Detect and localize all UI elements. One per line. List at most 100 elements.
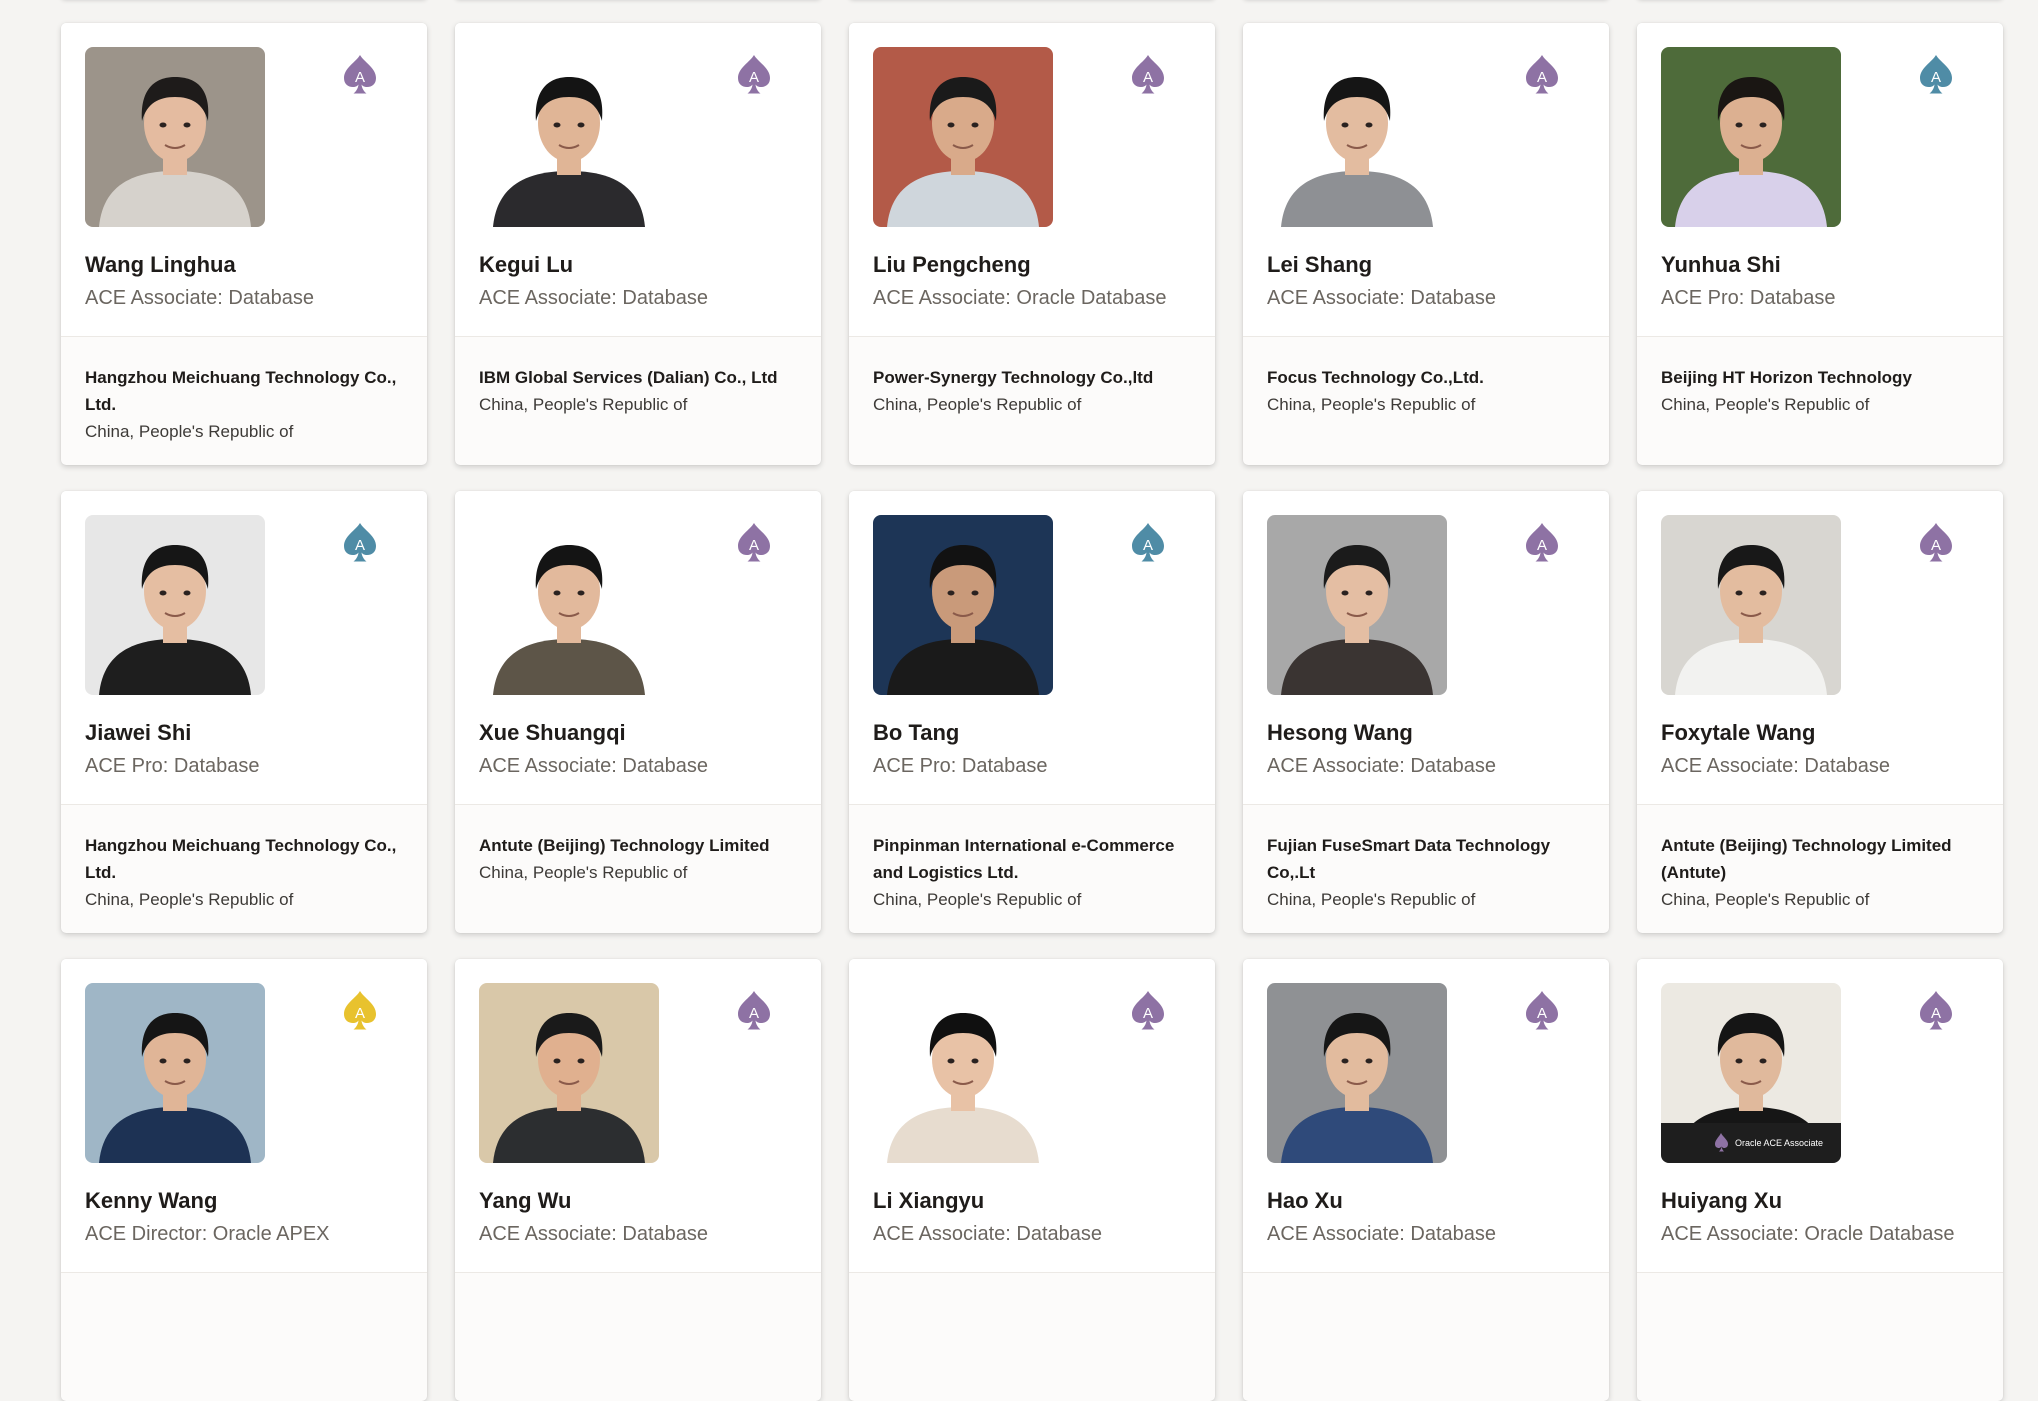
profile-photo[interactable] (1267, 515, 1447, 695)
profile-photo[interactable] (479, 983, 659, 1163)
profile-photo[interactable]: Oracle ACE Associate (1661, 983, 1841, 1163)
card-header: A Yang Wu ACE Associate: Database (455, 959, 821, 1273)
card-header: A Lei Shang ACE Associate: Database (1243, 23, 1609, 337)
card-details: Antute (Beijing) Technology Limited Chin… (455, 805, 821, 886)
photo-badge-text: Oracle ACE Associate (1735, 1138, 1823, 1148)
profile-photo[interactable] (1267, 47, 1447, 227)
card-details: Hangzhou Meichuang Technology Co., Ltd. … (61, 337, 427, 445)
ace-spade-icon: A (1129, 989, 1167, 1033)
member-name[interactable]: Lei Shang (1267, 252, 1372, 278)
member-name[interactable]: Hesong Wang (1267, 720, 1413, 746)
ace-letter: A (1931, 69, 1941, 86)
profile-photo[interactable] (873, 983, 1053, 1163)
profile-photo[interactable] (479, 47, 659, 227)
profile-photo[interactable] (85, 515, 265, 695)
member-company: Pinpinman International e-Commerce and L… (873, 836, 1175, 882)
member-card[interactable]: A Liu Pengcheng ACE Associate: Oracle Da… (849, 23, 1215, 465)
member-name[interactable]: Yang Wu (479, 1188, 572, 1214)
member-company: Antute (Beijing) Technology Limited (Ant… (1661, 836, 1952, 882)
member-country: China, People's Republic of (1267, 395, 1476, 414)
ace-letter: A (355, 537, 365, 554)
member-company: Power-Synergy Technology Co.,ltd (873, 368, 1154, 387)
member-card[interactable]: A Yunhua Shi ACE Pro: Database Beijing H… (1637, 23, 2003, 465)
member-role: ACE Associate: Database (479, 1223, 709, 1245)
portrait-illustration (479, 515, 659, 695)
card-details: Beijing HT Horizon Technology China, Peo… (1637, 337, 2003, 418)
member-card[interactable]: A Yang Wu ACE Associate: Database (455, 959, 821, 1401)
member-role: ACE Associate: Database (873, 1223, 1103, 1245)
profile-photo[interactable] (479, 515, 659, 695)
spade-shape: A (738, 55, 770, 94)
ace-spade-icon: A (341, 521, 379, 565)
member-country: China, People's Republic of (85, 890, 294, 909)
card-details: IBM Global Services (Dalian) Co., Ltd Ch… (455, 337, 821, 418)
card-header: A Bo Tang ACE Pro: Database (849, 491, 1215, 805)
member-role: ACE Director: Oracle APEX (85, 1223, 330, 1245)
profile-photo[interactable] (85, 47, 265, 227)
member-name[interactable]: Yunhua Shi (1661, 252, 1781, 278)
ace-letter: A (1537, 69, 1547, 86)
member-card[interactable]: A Jiawei Shi ACE Pro: Database Hangzhou … (61, 491, 427, 933)
card-header: A Li Xiangyu ACE Associate: Database (849, 959, 1215, 1273)
ace-spade-icon: A (735, 53, 773, 97)
member-country: China, People's Republic of (1267, 890, 1476, 909)
member-name[interactable]: Li Xiangyu (873, 1188, 984, 1214)
portrait-illustration (479, 983, 659, 1163)
member-name[interactable]: Liu Pengcheng (873, 252, 1031, 278)
member-name[interactable]: Jiawei Shi (85, 720, 191, 746)
member-card[interactable]: A Xue Shuangqi ACE Associate: Database A… (455, 491, 821, 933)
portrait-illustration (873, 47, 1053, 227)
member-name[interactable]: Xue Shuangqi (479, 720, 626, 746)
member-name[interactable]: Bo Tang (873, 720, 959, 746)
member-company: Beijing HT Horizon Technology (1661, 368, 1912, 387)
member-name[interactable]: Wang Linghua (85, 252, 236, 278)
member-card[interactable]: A Hesong Wang ACE Associate: Database Fu… (1243, 491, 1609, 933)
ace-letter: A (355, 69, 365, 86)
spade-shape: A (344, 523, 376, 562)
member-name[interactable]: Foxytale Wang (1661, 720, 1815, 746)
ace-spade-icon: A (1129, 53, 1167, 97)
profile-photo[interactable] (1661, 515, 1841, 695)
spade-shape: A (738, 523, 770, 562)
portrait-illustration (1661, 515, 1841, 695)
spade-shape: A (1920, 991, 1952, 1030)
member-card[interactable]: A Kenny Wang ACE Director: Oracle APEX (61, 959, 427, 1401)
card-details (455, 1273, 821, 1300)
member-card[interactable]: A Bo Tang ACE Pro: Database Pinpinman In… (849, 491, 1215, 933)
profile-photo[interactable] (85, 983, 265, 1163)
profile-photo[interactable] (873, 47, 1053, 227)
member-name[interactable]: Kegui Lu (479, 252, 573, 278)
card-details: Pinpinman International e-Commerce and L… (849, 805, 1215, 913)
member-name[interactable]: Huiyang Xu (1661, 1188, 1782, 1214)
card-header: A Jiawei Shi ACE Pro: Database (61, 491, 427, 805)
profile-photo[interactable] (873, 515, 1053, 695)
ace-spade-icon: A (1917, 989, 1955, 1033)
member-card[interactable]: A Kegui Lu ACE Associate: Database IBM G… (455, 23, 821, 465)
ace-spade-icon: A (1523, 989, 1561, 1033)
member-role: ACE Associate: Oracle Database (1661, 1223, 1955, 1245)
member-role: ACE Pro: Database (873, 755, 1048, 777)
member-card[interactable]: Oracle ACE Associate A Huiyang Xu ACE As… (1637, 959, 2003, 1401)
member-card[interactable]: A Li Xiangyu ACE Associate: Database (849, 959, 1215, 1401)
spade-shape: A (1132, 991, 1164, 1030)
portrait-illustration (85, 983, 265, 1163)
card-header: A Kegui Lu ACE Associate: Database (455, 23, 821, 337)
member-company: Hangzhou Meichuang Technology Co., Ltd. (85, 836, 397, 882)
profile-photo[interactable] (1267, 983, 1447, 1163)
ace-letter: A (1143, 1005, 1153, 1022)
ace-letter: A (355, 1005, 365, 1022)
profile-photo[interactable] (1661, 47, 1841, 227)
ace-spade-icon: A (1129, 521, 1167, 565)
member-card[interactable]: A Hao Xu ACE Associate: Database (1243, 959, 1609, 1401)
member-card[interactable]: A Foxytale Wang ACE Associate: Database … (1637, 491, 2003, 933)
member-name[interactable]: Hao Xu (1267, 1188, 1343, 1214)
card-details: Fujian FuseSmart Data Technology Co,.Lt … (1243, 805, 1609, 913)
card-header: A Kenny Wang ACE Director: Oracle APEX (61, 959, 427, 1273)
member-country: China, People's Republic of (1661, 395, 1870, 414)
member-name[interactable]: Kenny Wang (85, 1188, 217, 1214)
member-role: ACE Associate: Database (479, 755, 709, 777)
ace-letter: A (749, 537, 759, 554)
member-card[interactable]: A Lei Shang ACE Associate: Database Focu… (1243, 23, 1609, 465)
ace-letter: A (1537, 537, 1547, 554)
member-card[interactable]: A Wang Linghua ACE Associate: Database H… (61, 23, 427, 465)
